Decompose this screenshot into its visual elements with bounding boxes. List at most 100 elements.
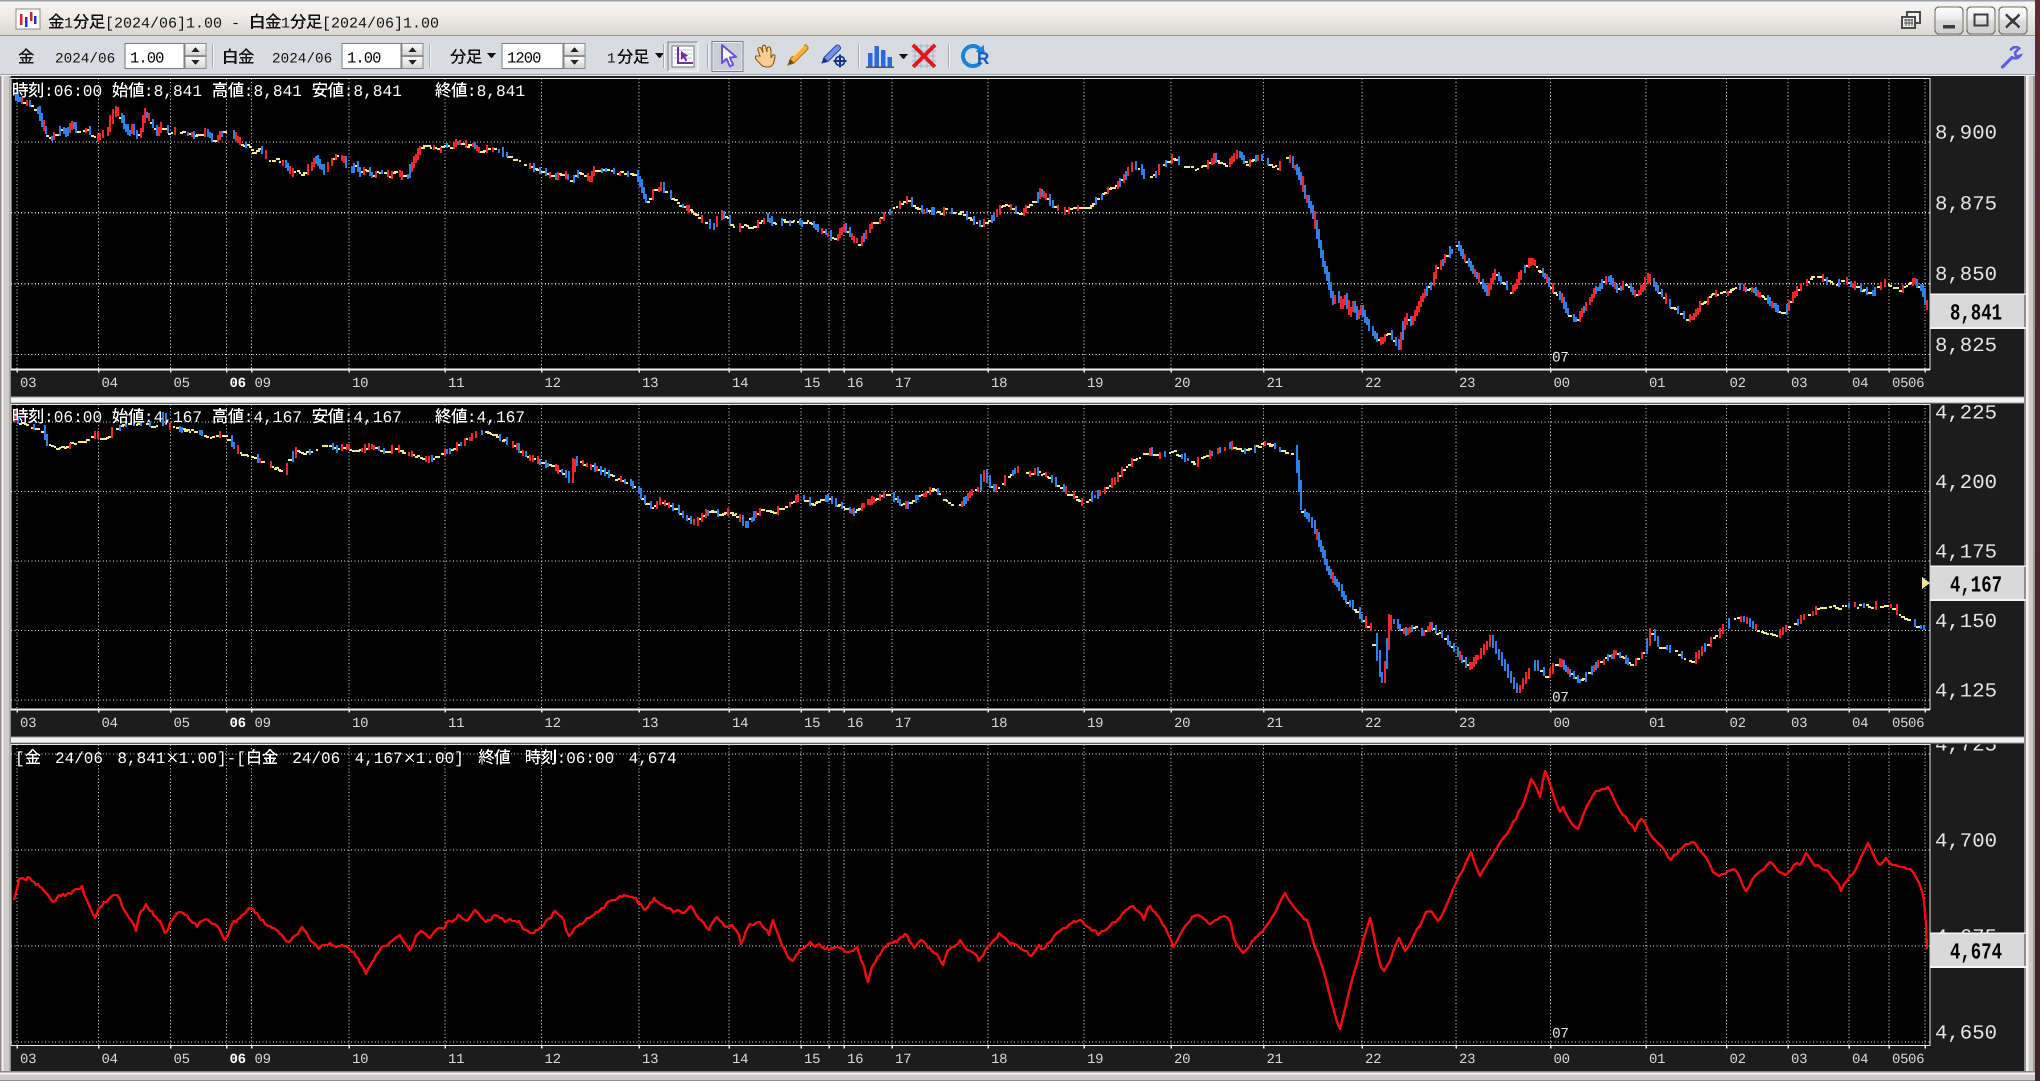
svg-text:03: 03 (20, 716, 37, 732)
svg-text::06:00: :06:00 (557, 750, 615, 768)
svg-text:1.00: 1.00 (347, 50, 381, 68)
svg-text:22: 22 (1365, 1052, 1382, 1068)
svg-text:09: 09 (255, 376, 272, 392)
svg-text:18: 18 (991, 1052, 1008, 1068)
svg-text:12: 12 (545, 716, 562, 732)
svg-text:11: 11 (448, 376, 465, 392)
svg-text:19: 19 (1087, 376, 1104, 392)
svg-text:12: 12 (545, 1052, 562, 1068)
svg-text:20: 20 (1174, 376, 1191, 392)
svg-text:09: 09 (255, 1052, 272, 1068)
svg-text:4,150: 4,150 (1935, 611, 1997, 634)
svg-text::06:00: :06:00 (44, 409, 102, 427)
svg-text:14: 14 (732, 376, 749, 392)
svg-text:07: 07 (1552, 351, 1569, 367)
svg-text:05: 05 (174, 1052, 191, 1068)
svg-text:00: 00 (1554, 376, 1571, 392)
svg-text:23: 23 (1459, 376, 1476, 392)
svg-text:04: 04 (1852, 716, 1869, 732)
svg-text:14: 14 (732, 1052, 749, 1068)
svg-text:17: 17 (895, 1052, 912, 1068)
svg-text:4,167: 4,167 (355, 750, 403, 768)
svg-text:16: 16 (847, 376, 864, 392)
svg-text:1.00]-[: 1.00]-[ (179, 750, 246, 768)
svg-text:20: 20 (1174, 1052, 1191, 1068)
svg-text:[2024/06]1.00: [2024/06]1.00 (322, 16, 439, 33)
svg-text:2024/06: 2024/06 (272, 52, 332, 68)
svg-text:03: 03 (20, 376, 37, 392)
svg-text:03: 03 (20, 1052, 37, 1068)
svg-text:02: 02 (1730, 376, 1747, 392)
svg-text::8,841: :8,841 (467, 83, 525, 101)
svg-text:1: 1 (607, 52, 616, 68)
svg-text:8,841: 8,841 (117, 750, 165, 768)
svg-text:16: 16 (847, 1052, 864, 1068)
svg-text::8,841: :8,841 (244, 83, 302, 101)
svg-text:15: 15 (804, 376, 821, 392)
svg-text:17: 17 (895, 716, 912, 732)
svg-text:4,674: 4,674 (1950, 940, 2002, 966)
svg-text::06:00: :06:00 (44, 83, 102, 101)
svg-text:10: 10 (352, 716, 369, 732)
svg-text:20: 20 (1174, 716, 1191, 732)
svg-text:18: 18 (991, 376, 1008, 392)
svg-text:03: 03 (1791, 716, 1808, 732)
svg-text:19: 19 (1087, 716, 1104, 732)
svg-text:21: 21 (1267, 376, 1284, 392)
svg-text:1.00: 1.00 (130, 50, 164, 68)
svg-text:-: - (231, 16, 240, 33)
svg-text:00: 00 (1554, 1052, 1571, 1068)
svg-text:22: 22 (1365, 376, 1382, 392)
svg-text:19: 19 (1087, 1052, 1104, 1068)
svg-text:23: 23 (1459, 1052, 1476, 1068)
svg-text:8,841: 8,841 (1950, 301, 2002, 327)
svg-text:15: 15 (804, 1052, 821, 1068)
svg-text:04: 04 (102, 1052, 119, 1068)
svg-text:10: 10 (352, 376, 369, 392)
svg-text::4,167: :4,167 (344, 409, 402, 427)
svg-text:03: 03 (1791, 376, 1808, 392)
svg-text:22: 22 (1365, 716, 1382, 732)
svg-text:17: 17 (895, 376, 912, 392)
svg-text:4,167: 4,167 (1950, 573, 2002, 599)
svg-text::4,167: :4,167 (244, 409, 302, 427)
svg-text:18: 18 (991, 716, 1008, 732)
svg-text:8,900: 8,900 (1935, 123, 1997, 146)
svg-text:06: 06 (230, 716, 247, 732)
svg-text:01: 01 (1649, 716, 1666, 732)
svg-text::8,841: :8,841 (144, 83, 202, 101)
svg-text:05: 05 (1892, 716, 1909, 732)
svg-text::8,841: :8,841 (344, 83, 402, 101)
svg-text:1: 1 (281, 16, 290, 33)
svg-text:07: 07 (1552, 691, 1569, 707)
svg-text:2024/06: 2024/06 (55, 52, 115, 68)
svg-text:01: 01 (1649, 1052, 1666, 1068)
svg-text:09: 09 (255, 716, 272, 732)
svg-text:21: 21 (1267, 1052, 1284, 1068)
svg-text:11: 11 (448, 1052, 465, 1068)
svg-text:8,875: 8,875 (1935, 193, 1997, 216)
svg-text:13: 13 (642, 716, 659, 732)
svg-text:14: 14 (732, 716, 749, 732)
svg-text:05: 05 (174, 716, 191, 732)
svg-text:15: 15 (804, 716, 821, 732)
svg-text:02: 02 (1730, 716, 1747, 732)
svg-text:1.00]: 1.00] (416, 750, 464, 768)
svg-text:04: 04 (102, 376, 119, 392)
svg-text:06: 06 (230, 376, 247, 392)
svg-text:4,125: 4,125 (1935, 681, 1997, 704)
svg-text:05: 05 (1892, 1052, 1909, 1068)
svg-text:1200: 1200 (507, 50, 541, 68)
svg-text:4,225: 4,225 (1935, 403, 1997, 426)
svg-text:01: 01 (1649, 376, 1666, 392)
svg-text:02: 02 (1730, 1052, 1747, 1068)
svg-text:4,650: 4,650 (1935, 1023, 1997, 1046)
svg-text:4,674: 4,674 (629, 750, 677, 768)
svg-text:12: 12 (545, 376, 562, 392)
svg-text:[2024/06]1.00: [2024/06]1.00 (105, 16, 222, 33)
svg-text:[: [ (15, 750, 25, 768)
svg-text:4,175: 4,175 (1935, 542, 1997, 565)
svg-text:00: 00 (1554, 716, 1571, 732)
svg-text:05: 05 (1892, 376, 1909, 392)
svg-text:4,700: 4,700 (1935, 831, 1997, 854)
